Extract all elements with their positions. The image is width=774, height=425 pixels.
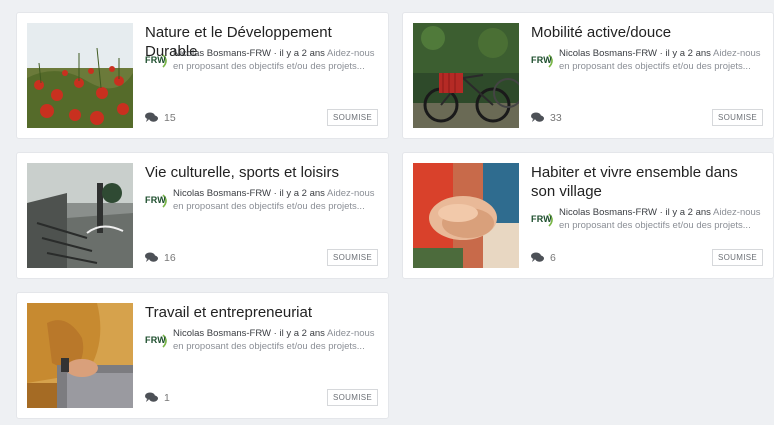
comments-icon bbox=[531, 112, 544, 122]
card-footer: 1 SOUMISE bbox=[145, 389, 378, 406]
idea-card-habiter[interactable]: Habiter et vivre ensemble dans son villa… bbox=[402, 152, 774, 279]
comments-icon bbox=[145, 252, 158, 262]
card-footer: 6 SOUMISE bbox=[531, 249, 763, 266]
card-author[interactable]: Nicolas Bosmans-FRW bbox=[173, 188, 271, 199]
comment-count[interactable]: 1 bbox=[145, 392, 170, 404]
idea-card-culture[interactable]: Vie culturelle, sports et loisirs FRW Ni… bbox=[16, 152, 389, 279]
card-title[interactable]: Vie culturelle, sports et loisirs bbox=[145, 163, 380, 182]
card-meta: FRW Nicolas Bosmans-FRW · il y a 2 ans A… bbox=[145, 328, 375, 352]
card-time: il y a 2 ans bbox=[279, 188, 325, 199]
frw-logo: FRW bbox=[531, 54, 553, 68]
card-image[interactable] bbox=[413, 23, 519, 128]
frw-logo: FRW bbox=[145, 194, 167, 208]
card-meta: FRW Nicolas Bosmans-FRW · il y a 2 ans A… bbox=[145, 48, 375, 72]
card-footer: 15 SOUMISE bbox=[145, 109, 378, 126]
card-image[interactable] bbox=[27, 303, 133, 408]
card-footer: 16 SOUMISE bbox=[145, 249, 378, 266]
card-title[interactable]: Habiter et vivre ensemble dans son villa… bbox=[531, 163, 765, 201]
card-author[interactable]: Nicolas Bosmans-FRW bbox=[559, 48, 657, 59]
comments-icon bbox=[145, 392, 158, 402]
comment-count[interactable]: 16 bbox=[145, 252, 176, 264]
card-author[interactable]: Nicolas Bosmans-FRW bbox=[173, 48, 271, 59]
card-image[interactable] bbox=[27, 23, 133, 128]
idea-card-travail[interactable]: Travail et entrepreneuriat FRW Nicolas B… bbox=[16, 292, 389, 419]
status-badge: SOUMISE bbox=[327, 109, 378, 126]
card-title[interactable]: Mobilité active/douce bbox=[531, 23, 765, 42]
stacked-hands-image bbox=[413, 163, 519, 268]
status-badge: SOUMISE bbox=[712, 249, 763, 266]
card-meta: FRW Nicolas Bosmans-FRW · il y a 2 ans A… bbox=[531, 207, 761, 231]
bicycles-image bbox=[413, 23, 519, 128]
card-image[interactable] bbox=[27, 163, 133, 268]
card-meta: FRW Nicolas Bosmans-FRW · il y a 2 ans A… bbox=[531, 48, 761, 72]
status-badge: SOUMISE bbox=[327, 249, 378, 266]
frw-logo: FRW bbox=[145, 54, 167, 68]
card-footer: 33 SOUMISE bbox=[531, 109, 763, 126]
comment-count[interactable]: 33 bbox=[531, 112, 562, 124]
comment-count[interactable]: 15 bbox=[145, 112, 176, 124]
comments-icon bbox=[145, 112, 158, 122]
status-badge: SOUMISE bbox=[712, 109, 763, 126]
card-author[interactable]: Nicolas Bosmans-FRW bbox=[173, 328, 271, 339]
comments-icon bbox=[531, 252, 544, 262]
card-time: il y a 2 ans bbox=[665, 207, 711, 218]
card-time: il y a 2 ans bbox=[279, 48, 325, 59]
frw-logo: FRW bbox=[145, 334, 167, 348]
card-time: il y a 2 ans bbox=[665, 48, 711, 59]
laptop-work-image bbox=[27, 303, 133, 408]
card-time: il y a 2 ans bbox=[279, 328, 325, 339]
skatepark-image bbox=[27, 163, 133, 268]
card-author[interactable]: Nicolas Bosmans-FRW bbox=[559, 207, 657, 218]
card-image[interactable] bbox=[413, 163, 519, 268]
card-meta: FRW Nicolas Bosmans-FRW · il y a 2 ans A… bbox=[145, 188, 375, 212]
idea-card-nature[interactable]: Nature et le Développement Durable FRW N… bbox=[16, 12, 389, 139]
card-title[interactable]: Travail et entrepreneuriat bbox=[145, 303, 380, 322]
idea-card-mobilite[interactable]: Mobilité active/douce FRW Nicolas Bosman… bbox=[402, 12, 774, 139]
comment-count[interactable]: 6 bbox=[531, 252, 556, 264]
poppy-field-image bbox=[27, 23, 133, 128]
status-badge: SOUMISE bbox=[327, 389, 378, 406]
frw-logo: FRW bbox=[531, 213, 553, 227]
